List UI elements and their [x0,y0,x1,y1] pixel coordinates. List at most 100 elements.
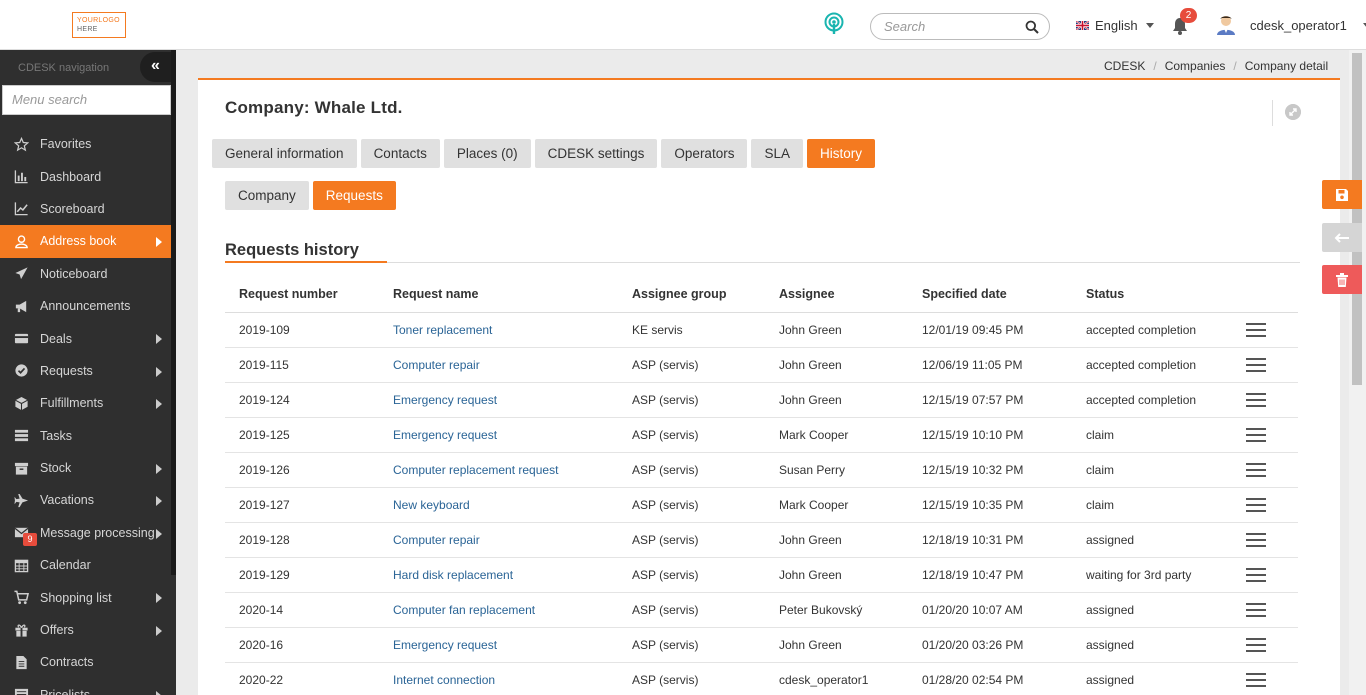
table-row[interactable]: 2019-124 Emergency request ASP (servis) Joh… [225,382,1298,418]
expand-icon[interactable] [1285,104,1301,120]
sidebar-item-calendar[interactable]: Calendar [0,549,171,581]
breadcrumb-item[interactable]: Companies [1165,59,1226,73]
column-header[interactable]: Status [1072,277,1232,313]
tab-operators[interactable]: Operators [661,139,748,168]
sidebar-item-shopping-list[interactable]: Shopping list [0,581,171,613]
logo[interactable]: YOURLOGO HERE [72,12,126,38]
back-button[interactable] [1322,223,1362,252]
request-name-link[interactable]: Computer replacement request [379,452,618,488]
sidebar-item-stock[interactable]: Stock [0,452,171,484]
hamburger-menu-icon[interactable] [1246,498,1266,512]
sidebar-item-tasks[interactable]: Tasks [0,420,171,452]
table-row[interactable]: 2020-16 Emergency request ASP (servis) John… [225,627,1298,663]
tab-places-0[interactable]: Places (0) [443,139,531,168]
request-name-link[interactable]: Computer fan replacement [379,592,618,628]
request-name-link[interactable]: Internet connection [379,662,618,695]
sidebar-item-requests[interactable]: Requests [0,355,171,387]
request-name-link[interactable]: Toner replacement [379,312,618,348]
table-row[interactable]: 2019-128 Computer repair ASP (servis) John … [225,522,1298,558]
table-cell: 2020-22 [225,662,379,695]
collapse-sidebar-button[interactable]: « [140,52,171,82]
hamburger-menu-icon[interactable] [1246,323,1266,337]
sidebar-item-label: Fulfillments [40,396,104,411]
search-input[interactable] [884,19,1024,34]
hamburger-menu-icon[interactable] [1246,568,1266,582]
table-row[interactable]: 2019-127 New keyboard ASP (servis) Mark Coo… [225,487,1298,523]
table-row[interactable]: 2020-22 Internet connection ASP (servis) cd… [225,662,1298,695]
table-cell: ASP (servis) [618,452,765,488]
sidebar-item-dashboard[interactable]: Dashboard [0,160,171,192]
hamburger-menu-icon[interactable] [1246,603,1266,617]
card-icon [13,331,29,347]
page-title: Company: Whale Ltd. [225,98,403,117]
user-menu[interactable]: cdesk_operator1 [1216,14,1366,36]
hamburger-menu-icon[interactable] [1246,638,1266,652]
table-row[interactable]: 2019-126 Computer replacement request ASP … [225,452,1298,488]
sidebar-item-fulfillments[interactable]: Fulfillments [0,387,171,419]
sidebar-item-contracts[interactable]: Contracts [0,646,171,678]
column-header[interactable]: Request name [379,277,618,313]
table-row[interactable]: 2019-115 Computer repair ASP (servis) John … [225,347,1298,383]
tab-cdesk-settings[interactable]: CDESK settings [534,139,658,168]
sidebar-item-deals[interactable]: Deals [0,322,171,354]
request-name-link[interactable]: Emergency request [379,382,618,418]
table-row[interactable]: 2019-125 Emergency request ASP (servis) Mar… [225,417,1298,453]
table-cell: John Green [765,557,908,593]
sidebar-item-label: Calendar [40,558,91,573]
table-cell: 01/28/20 02:54 PM [908,662,1072,695]
save-button[interactable] [1322,180,1362,209]
column-header[interactable]: Assignee group [618,277,765,313]
sidebar-scrollbar[interactable] [171,50,176,575]
sidebar-item-vacations[interactable]: Vacations [0,484,171,516]
table-cell: 12/01/19 09:45 PM [908,312,1072,348]
bar-chart-icon [13,169,29,185]
podcast-icon[interactable] [822,12,846,36]
table-row[interactable]: 2020-14 Computer fan replacement ASP (serv… [225,592,1298,628]
request-name-link[interactable]: New keyboard [379,487,618,523]
column-header[interactable]: Assignee [765,277,908,313]
subtab-company[interactable]: Company [225,181,309,210]
star-icon [13,136,29,152]
sidebar-item-offers[interactable]: Offers [0,614,171,646]
table-row[interactable]: 2019-109 Toner replacement KE servis John G… [225,312,1298,348]
sidebar-item-favorites[interactable]: Favorites [0,128,171,160]
hamburger-menu-icon[interactable] [1246,428,1266,442]
sidebar-item-noticeboard[interactable]: Noticeboard [0,258,171,290]
request-name-link[interactable]: Computer repair [379,522,618,558]
tab-sla[interactable]: SLA [751,139,803,168]
sidebar-item-message-processing[interactable]: Message processing 9 [0,517,171,549]
hamburger-menu-icon[interactable] [1246,673,1266,687]
page-scrollbar[interactable] [1349,50,1366,695]
request-name-link[interactable]: Emergency request [379,627,618,663]
table-cell: John Green [765,627,908,663]
request-name-link[interactable]: Emergency request [379,417,618,453]
sidebar-item-address-book[interactable]: Address book [0,225,171,258]
menu-search-input[interactable]: Menu search [2,85,171,115]
hamburger-menu-icon[interactable] [1246,533,1266,547]
sidebar-item-label: Announcements [40,299,131,314]
breadcrumb-item[interactable]: CDESK [1104,59,1145,73]
hamburger-menu-icon[interactable] [1246,358,1266,372]
delete-button[interactable] [1322,265,1362,294]
sidebar-item-announcements[interactable]: Announcements [0,290,171,322]
table-row[interactable]: 2019-129 Hard disk replacement ASP (servis… [225,557,1298,593]
table-cell: 12/06/19 11:05 PM [908,347,1072,383]
tab-history[interactable]: History [806,139,875,168]
row-actions-cell [1232,592,1298,628]
request-name-link[interactable]: Hard disk replacement [379,557,618,593]
scrollbar-thumb[interactable] [1352,53,1362,385]
search-icon[interactable] [1025,20,1039,34]
language-selector[interactable]: English [1076,18,1154,33]
request-name-link[interactable]: Computer repair [379,347,618,383]
column-header[interactable]: Request number [225,277,379,313]
chevron-right-icon [156,334,162,345]
table-cell: ASP (servis) [618,627,765,663]
column-header[interactable]: Specified date [908,277,1072,313]
tab-general-information[interactable]: General information [212,139,357,168]
sidebar-item-scoreboard[interactable]: Scoreboard [0,193,171,225]
hamburger-menu-icon[interactable] [1246,393,1266,407]
tab-contacts[interactable]: Contacts [360,139,440,168]
hamburger-menu-icon[interactable] [1246,463,1266,477]
subtab-requests[interactable]: Requests [312,181,396,210]
sidebar-item-pricelists[interactable]: Pricelists [0,679,171,695]
